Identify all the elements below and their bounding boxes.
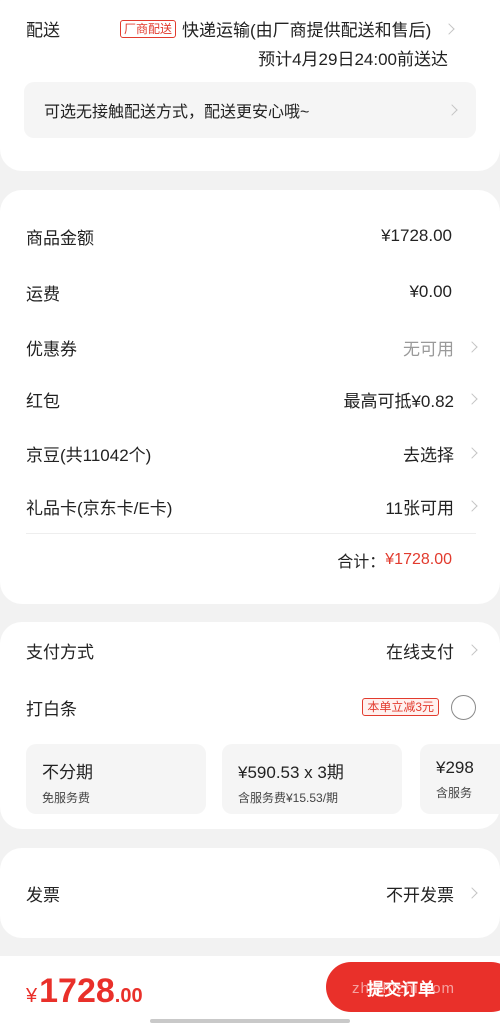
installment-option-3[interactable]: ¥590.53 x 3期 含服务费¥15.53/期 xyxy=(222,744,402,814)
row-red-packet[interactable]: 红包 最高可抵¥0.82 xyxy=(26,383,478,415)
amounts-card: 商品金额 ¥1728.00 运费 ¥0.00 优惠券 无可用 红包 最高可抵¥0… xyxy=(0,190,500,604)
vendor-delivery-tag: 厂商配送 xyxy=(120,19,177,38)
contactless-text: 可选无接触配送方式，配送更安心哦~ xyxy=(44,104,310,121)
red-packet-value: 最高可抵¥0.82 xyxy=(343,391,454,411)
invoice-label: 发票 xyxy=(26,885,60,905)
row-gift-card[interactable]: 礼品卡(京东卡/E卡) 11张可用 xyxy=(26,490,478,522)
home-indicator xyxy=(150,1019,350,1023)
total-value: ¥1728.00 xyxy=(385,551,452,568)
delivery-eta: 预计4月29日24:00前送达 xyxy=(258,50,448,69)
price-integer: 1728 xyxy=(39,972,115,1010)
installment-option-6[interactable]: ¥298 含服务 xyxy=(420,744,500,814)
total-label: 合计： xyxy=(337,554,386,571)
payment-method-value: 在线支付 xyxy=(386,642,454,662)
row-jingdou[interactable]: 京豆(共11042个) 去选择 xyxy=(26,437,478,469)
total-row: 合计： ¥1728.00 xyxy=(337,548,452,572)
installment-sub: 含服务 xyxy=(436,786,473,800)
delivery-info[interactable]: 厂商配送 快递运输(由厂商提供配送和售后) 预计4月29日24:00前送达 xyxy=(120,16,476,70)
installment-option-none[interactable]: 不分期 免服务费 xyxy=(26,744,206,814)
invoice-card: 发票 不开发票 xyxy=(0,848,500,938)
delivery-label: 配送 xyxy=(26,21,60,40)
gift-card-label: 礼品卡(京东卡/E卡) xyxy=(26,498,173,518)
chevron-right-icon xyxy=(443,22,456,35)
installment-sub: 免服务费 xyxy=(42,791,91,805)
delivery-method: 快递运输(由厂商提供配送和售后) xyxy=(182,21,432,40)
installment-title: 不分期 xyxy=(42,763,93,782)
gift-card-value: 11张可用 xyxy=(385,498,454,518)
shipping-label: 运费 xyxy=(26,284,60,304)
coupon-value: 无可用 xyxy=(403,339,454,359)
row-coupon[interactable]: 优惠券 无可用 xyxy=(26,331,478,363)
installment-title: ¥298 xyxy=(436,758,474,777)
delivery-card: 配送 厂商配送 快递运输(由厂商提供配送和售后) 预计4月29日24:00前送达… xyxy=(0,0,500,171)
price-symbol: ¥ xyxy=(26,985,38,1007)
payment-method-label: 支付方式 xyxy=(26,642,94,662)
contactless-option[interactable]: 可选无接触配送方式，配送更安心哦~ xyxy=(24,82,476,138)
red-packet-label: 红包 xyxy=(26,391,60,411)
jingdou-value: 去选择 xyxy=(403,445,454,465)
coupon-label: 优惠券 xyxy=(26,339,77,359)
baitiao-promo-badge: 本单立减3元 xyxy=(362,698,439,716)
chevron-right-icon xyxy=(466,887,478,899)
chevron-right-icon xyxy=(466,500,478,512)
shipping-value: ¥0.00 xyxy=(409,282,452,301)
watermark: zhizhizhi.com xyxy=(352,980,456,997)
chevron-right-icon xyxy=(466,644,478,656)
baitiao-radio[interactable] xyxy=(451,694,476,720)
row-baitiao[interactable]: 打白条 本单立减3元 xyxy=(26,691,476,723)
divider xyxy=(26,533,476,534)
row-goods-amount: 商品金额 ¥1728.00 xyxy=(26,220,476,252)
row-shipping: 运费 ¥0.00 xyxy=(26,276,476,308)
row-invoice[interactable]: 发票 不开发票 xyxy=(26,877,478,909)
invoice-value: 不开发票 xyxy=(386,885,454,905)
jingdou-label: 京豆(共11042个) xyxy=(26,445,152,465)
total-price: ¥ 1728 .00 xyxy=(26,972,143,1011)
goods-amount-label: 商品金额 xyxy=(26,228,94,248)
chevron-right-icon xyxy=(466,341,478,353)
baitiao-label: 打白条 xyxy=(26,699,77,719)
chevron-right-icon xyxy=(446,104,458,116)
row-payment-method[interactable]: 支付方式 在线支付 xyxy=(26,634,478,666)
installment-title: ¥590.53 x 3期 xyxy=(238,763,344,782)
goods-amount-value: ¥1728.00 xyxy=(381,226,452,245)
price-decimal: .00 xyxy=(114,985,143,1007)
chevron-right-icon xyxy=(466,447,478,459)
installment-sub: 含服务费¥15.53/期 xyxy=(238,791,339,805)
chevron-right-icon xyxy=(466,393,478,405)
